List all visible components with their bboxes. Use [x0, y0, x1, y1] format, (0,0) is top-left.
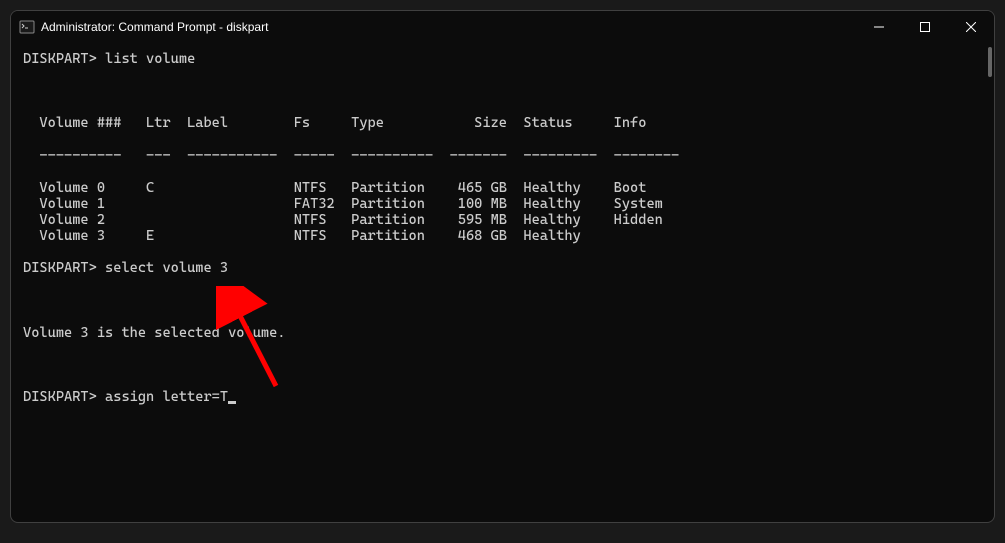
window-controls — [856, 11, 994, 43]
scrollbar-thumb[interactable] — [988, 47, 992, 77]
prompt-line-2: DISKPART> select volume 3 — [23, 260, 982, 276]
prompt-line-3: DISKPART> assign letter=T — [23, 389, 982, 405]
window-title: Administrator: Command Prompt - diskpart — [41, 20, 268, 34]
prompt-line-1: DISKPART> list volume — [23, 51, 982, 67]
terminal-output[interactable]: DISKPART> list volume Volume ### Ltr Lab… — [11, 43, 994, 522]
response-line: Volume 3 is the selected volume. — [23, 325, 982, 341]
titlebar: Administrator: Command Prompt - diskpart — [11, 11, 994, 43]
maximize-button[interactable] — [902, 11, 948, 43]
text-cursor — [228, 401, 236, 404]
blank-line — [23, 357, 982, 373]
blank-line — [23, 83, 982, 99]
table-rows: Volume 0 C NTFS Partition 465 GB Healthy… — [23, 180, 679, 244]
titlebar-left: Administrator: Command Prompt - diskpart — [19, 19, 268, 35]
table-header: Volume ### Ltr Label Fs Type Size Status… — [23, 115, 982, 131]
blank-line — [23, 292, 982, 308]
table-separator: ---------- --- ----------- ----- -------… — [23, 148, 982, 164]
cmd-icon — [19, 19, 35, 35]
minimize-button[interactable] — [856, 11, 902, 43]
close-button[interactable] — [948, 11, 994, 43]
command-prompt-window: Administrator: Command Prompt - diskpart… — [10, 10, 995, 523]
